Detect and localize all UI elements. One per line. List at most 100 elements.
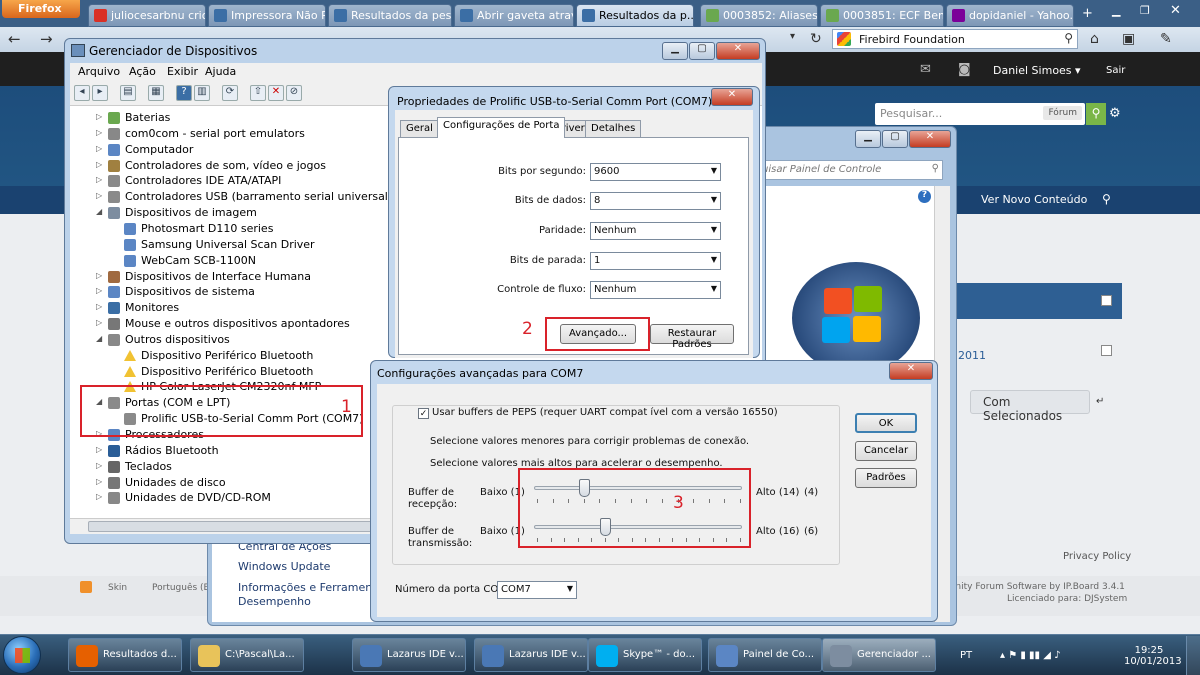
- console-tree-icon[interactable]: ▤: [120, 85, 136, 101]
- expanded-arrow-icon[interactable]: ◢: [96, 207, 102, 216]
- show-desktop-button[interactable]: [1186, 636, 1200, 675]
- search-icon[interactable]: ⚲: [1064, 31, 1073, 45]
- help-icon[interactable]: ?: [176, 85, 192, 101]
- browser-tab[interactable]: 0003851: ECF Bema...: [820, 4, 944, 27]
- collapsed-arrow-icon[interactable]: ▷: [96, 461, 102, 470]
- collapsed-arrow-icon[interactable]: ▷: [96, 318, 102, 327]
- update-driver-icon[interactable]: ⇧: [250, 85, 266, 101]
- collapsed-arrow-icon[interactable]: ▷: [96, 160, 102, 169]
- defaults-button[interactable]: Padrões: [855, 468, 917, 488]
- forward-icon[interactable]: ▸: [92, 85, 108, 101]
- taskbar-item[interactable]: Lazarus IDE v...: [474, 638, 588, 672]
- row-checkbox[interactable]: [1101, 345, 1112, 356]
- collapsed-arrow-icon[interactable]: ▷: [96, 302, 102, 311]
- browser-tab-active[interactable]: Resultados da p...: [576, 4, 694, 27]
- collapsed-arrow-icon[interactable]: ▷: [96, 191, 102, 200]
- performance-link-2[interactable]: Desempenho: [238, 595, 311, 608]
- collapsed-arrow-icon[interactable]: ▷: [96, 128, 102, 137]
- collapsed-arrow-icon[interactable]: ▷: [96, 144, 102, 153]
- browser-tab[interactable]: dopidaniel - Yahoo...: [946, 4, 1074, 27]
- menu-acao[interactable]: Ação: [129, 65, 156, 78]
- data-bits-select[interactable]: 8 ▼: [590, 192, 721, 210]
- tab-details[interactable]: Detalhes: [585, 120, 642, 137]
- scrollbar-thumb[interactable]: [88, 521, 398, 532]
- language-link[interactable]: Português (B: [152, 583, 210, 593]
- ok-button[interactable]: OK: [855, 413, 917, 433]
- forum-search-input[interactable]: Pesquisar... Fórum: [875, 103, 1085, 125]
- properties-icon[interactable]: ▦: [148, 85, 164, 101]
- gear-icon[interactable]: ⚙: [1109, 106, 1121, 121]
- new-content-link[interactable]: Ver Novo Conteúdo: [981, 193, 1087, 206]
- close-button[interactable]: ✕: [909, 130, 951, 148]
- uninstall-icon[interactable]: ✕: [268, 85, 284, 101]
- close-icon[interactable]: ✕: [1170, 3, 1181, 18]
- com-port-select[interactable]: COM7 ▼: [497, 581, 577, 599]
- fifo-checkbox[interactable]: ✓: [418, 408, 429, 419]
- tab-geral[interactable]: Geral: [400, 120, 439, 137]
- browser-tab[interactable]: juliocesarbnu criou...: [88, 4, 206, 27]
- baud-select[interactable]: 9600 ▼: [590, 163, 721, 181]
- scroll-arrow-icon[interactable]: ↵: [1096, 396, 1104, 407]
- collapsed-arrow-icon[interactable]: ▷: [96, 445, 102, 454]
- firefox-menu-button[interactable]: Firefox: [2, 0, 80, 18]
- minimize-button[interactable]: ▁: [662, 42, 688, 60]
- menu-exibir[interactable]: Exibir: [167, 65, 198, 78]
- collapsed-arrow-icon[interactable]: ▷: [96, 112, 102, 121]
- browser-search-input[interactable]: Firebird Foundation ⚲: [832, 29, 1078, 49]
- expanded-arrow-icon[interactable]: ◢: [96, 334, 102, 343]
- cancel-button[interactable]: Cancelar: [855, 441, 917, 461]
- tab-port-settings[interactable]: Configurações de Porta: [437, 117, 566, 138]
- skin-link[interactable]: Skin: [108, 583, 127, 593]
- back-icon[interactable]: ◂: [74, 85, 90, 101]
- location-icon[interactable]: ⚲: [1102, 192, 1111, 206]
- collapsed-arrow-icon[interactable]: ▷: [96, 477, 102, 486]
- forward-icon[interactable]: →: [40, 30, 53, 48]
- stop-bits-select[interactable]: 1 ▼: [590, 252, 721, 270]
- browser-tab[interactable]: Resultados da pesq...: [328, 4, 452, 27]
- close-button[interactable]: ✕: [711, 88, 753, 106]
- inbox-icon[interactable]: ✉: [920, 62, 931, 77]
- disable-icon[interactable]: ⊘: [286, 85, 302, 101]
- tools-icon[interactable]: ✎: [1160, 31, 1172, 47]
- menu-arquivo[interactable]: Arquivo: [78, 65, 120, 78]
- new-tab-button[interactable]: +: [1082, 6, 1093, 21]
- notifications-icon[interactable]: ◙: [958, 62, 971, 77]
- taskbar-item[interactable]: Painel de Co...: [708, 638, 822, 672]
- language-indicator[interactable]: PT: [960, 650, 972, 661]
- bookmarks-icon[interactable]: ▣: [1122, 31, 1135, 47]
- category-checkbox[interactable]: [1101, 295, 1112, 306]
- control-panel-search[interactable]: uisar Painel de Controle ⚲: [758, 160, 943, 180]
- close-button[interactable]: ✕: [716, 42, 760, 60]
- collapsed-arrow-icon[interactable]: ▷: [96, 286, 102, 295]
- privacy-link[interactable]: Privacy Policy: [1063, 551, 1131, 562]
- collapsed-arrow-icon[interactable]: ▷: [96, 492, 102, 501]
- with-selected-button[interactable]: Com Selecionados: [970, 390, 1090, 423]
- browser-tab[interactable]: Abrir gaveta atrave...: [454, 4, 574, 27]
- logout-link[interactable]: Sair: [1106, 65, 1125, 76]
- back-icon[interactable]: ←: [8, 30, 21, 48]
- dropdown-arrow-icon[interactable]: ▾: [790, 31, 795, 42]
- taskbar-item[interactable]: C:\Pascal\La...: [190, 638, 304, 672]
- close-button[interactable]: ✕: [889, 362, 933, 380]
- scan-hardware-icon[interactable]: ⟳: [222, 85, 238, 101]
- start-button[interactable]: [3, 636, 41, 674]
- maximize-button[interactable]: ▢: [689, 42, 715, 60]
- user-menu[interactable]: Daniel Simoes ▾: [993, 64, 1081, 77]
- search-scope[interactable]: Fórum: [1043, 106, 1082, 120]
- taskbar-item[interactable]: Skype™ - do...: [588, 638, 702, 672]
- reload-icon[interactable]: ↻: [810, 31, 822, 47]
- tray-icons[interactable]: ▴ ⚑ ▮ ▮▮ ◢ ♪: [1000, 650, 1060, 661]
- flow-control-select[interactable]: Nenhum ▼: [590, 281, 721, 299]
- restore-defaults-button[interactable]: Restaurar Padrões: [650, 324, 734, 350]
- taskbar-item[interactable]: Resultados d...: [68, 638, 182, 672]
- taskbar-item[interactable]: Lazarus IDE v...: [352, 638, 466, 672]
- collapsed-arrow-icon[interactable]: ▷: [96, 271, 102, 280]
- collapsed-arrow-icon[interactable]: ▷: [96, 175, 102, 184]
- maximize-button[interactable]: ▢: [882, 130, 908, 148]
- browser-tab[interactable]: Impressora Não Re...: [208, 4, 326, 27]
- browser-tab[interactable]: 0003852: Aliases - E...: [700, 4, 818, 27]
- minimize-icon[interactable]: ▁: [1112, 4, 1120, 17]
- taskbar-item[interactable]: Gerenciador ...: [822, 638, 936, 672]
- rss-icon[interactable]: [80, 581, 92, 593]
- forum-search-button[interactable]: ⚲: [1086, 103, 1106, 125]
